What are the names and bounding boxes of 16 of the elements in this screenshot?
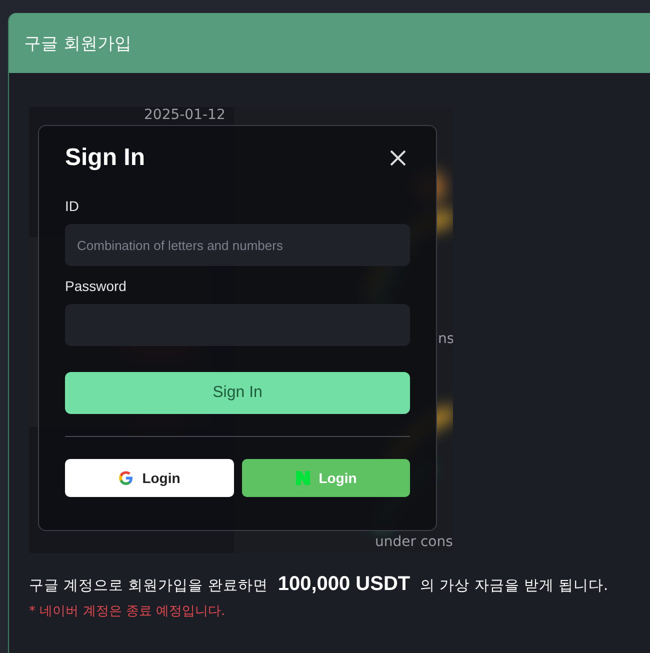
logo-icon [118,470,134,486]
field-label: Password [65,278,128,294]
close-icon[interactable] [390,150,406,166]
background-text: under cons [375,534,453,551]
notice-text: 구글 계정으로 회원가입을 완료하면 [29,577,268,595]
panel-title: 구글 회원가입 [24,32,132,54]
reward-amount: 100,000 USDT [278,573,410,596]
sign-in-button[interactable]: Sign In [65,372,410,414]
input-field[interactable]: Combination of letters and numbers [65,224,410,266]
logo-icon [294,470,311,486]
field-label: ID [65,198,80,214]
warning-text: * 네이버 계정은 종료 예정입니다. [29,603,226,620]
login-button[interactable]: Login [65,459,234,497]
notice-text: 의 가상 자금을 받게 됩니다. [420,577,608,595]
modal-title: Sign In [65,144,145,172]
background-text: 2025-01-12 [144,107,226,124]
